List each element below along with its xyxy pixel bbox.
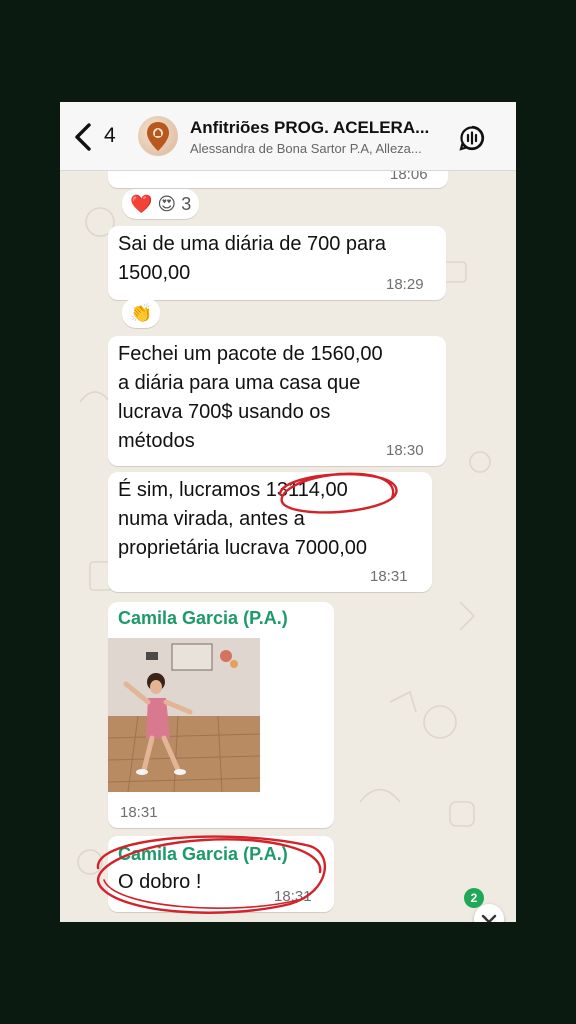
unread-badge: 2 (464, 888, 484, 908)
message-time: 18:31 (120, 804, 158, 821)
chat-screen: 4 Anfitriões PROG. ACELERA... Alessandra… (60, 102, 516, 922)
location-pin-icon (147, 122, 169, 151)
message-text: É sim, lucramos 13114,00 numa virada, an… (118, 479, 368, 559)
message-reactions[interactable]: 👏 (122, 298, 161, 328)
gif-thumbnail[interactable] (108, 638, 260, 792)
sender-name: Camila Garcia (P.A.) (118, 608, 288, 628)
voice-chat-icon[interactable] (458, 124, 486, 152)
reaction-count: 3 (181, 194, 192, 214)
reaction-emojis: 👏 (130, 303, 153, 323)
group-avatar[interactable] (138, 116, 178, 156)
message-time: 18:29 (386, 276, 424, 293)
message-text: Sai de uma diária de 700 para 1500,00 (118, 233, 386, 284)
message-text: Fechei um pacote de 1560,00 a diária par… (118, 343, 383, 452)
dancing-girl-image (108, 638, 260, 792)
message-bubble[interactable]: Fechei um pacote de 1560,00 a diária par… (108, 336, 446, 466)
group-members[interactable]: Alessandra de Bona Sartor P.A, Alleza... (190, 141, 454, 156)
message-time: 18:30 (386, 442, 424, 459)
unread-count[interactable]: 4 (104, 124, 116, 148)
sender-name: Camila Garcia (P.A.) (118, 844, 288, 864)
reaction-emojis: ❤️ 😍 (130, 194, 177, 214)
message-reactions[interactable]: ❤️ 😍 3 (122, 189, 200, 219)
back-arrow-icon[interactable] (72, 122, 96, 152)
group-title[interactable]: Anfitriões PROG. ACELERA... (190, 118, 454, 138)
message-bubble[interactable]: É sim, lucramos 13114,00 numa virada, an… (108, 472, 432, 592)
message-text: O dobro ! (118, 871, 202, 893)
message-bubble[interactable]: Camila Garcia (P.A.) O dobro ! 18:31 (108, 836, 334, 912)
message-time: 18:31 (370, 568, 408, 585)
message-time: 18:31 (274, 888, 312, 905)
message-bubble[interactable]: Sai de uma diária de 700 para 1500,00 18… (108, 226, 446, 300)
chat-header: 4 Anfitriões PROG. ACELERA... Alessandra… (60, 102, 516, 171)
